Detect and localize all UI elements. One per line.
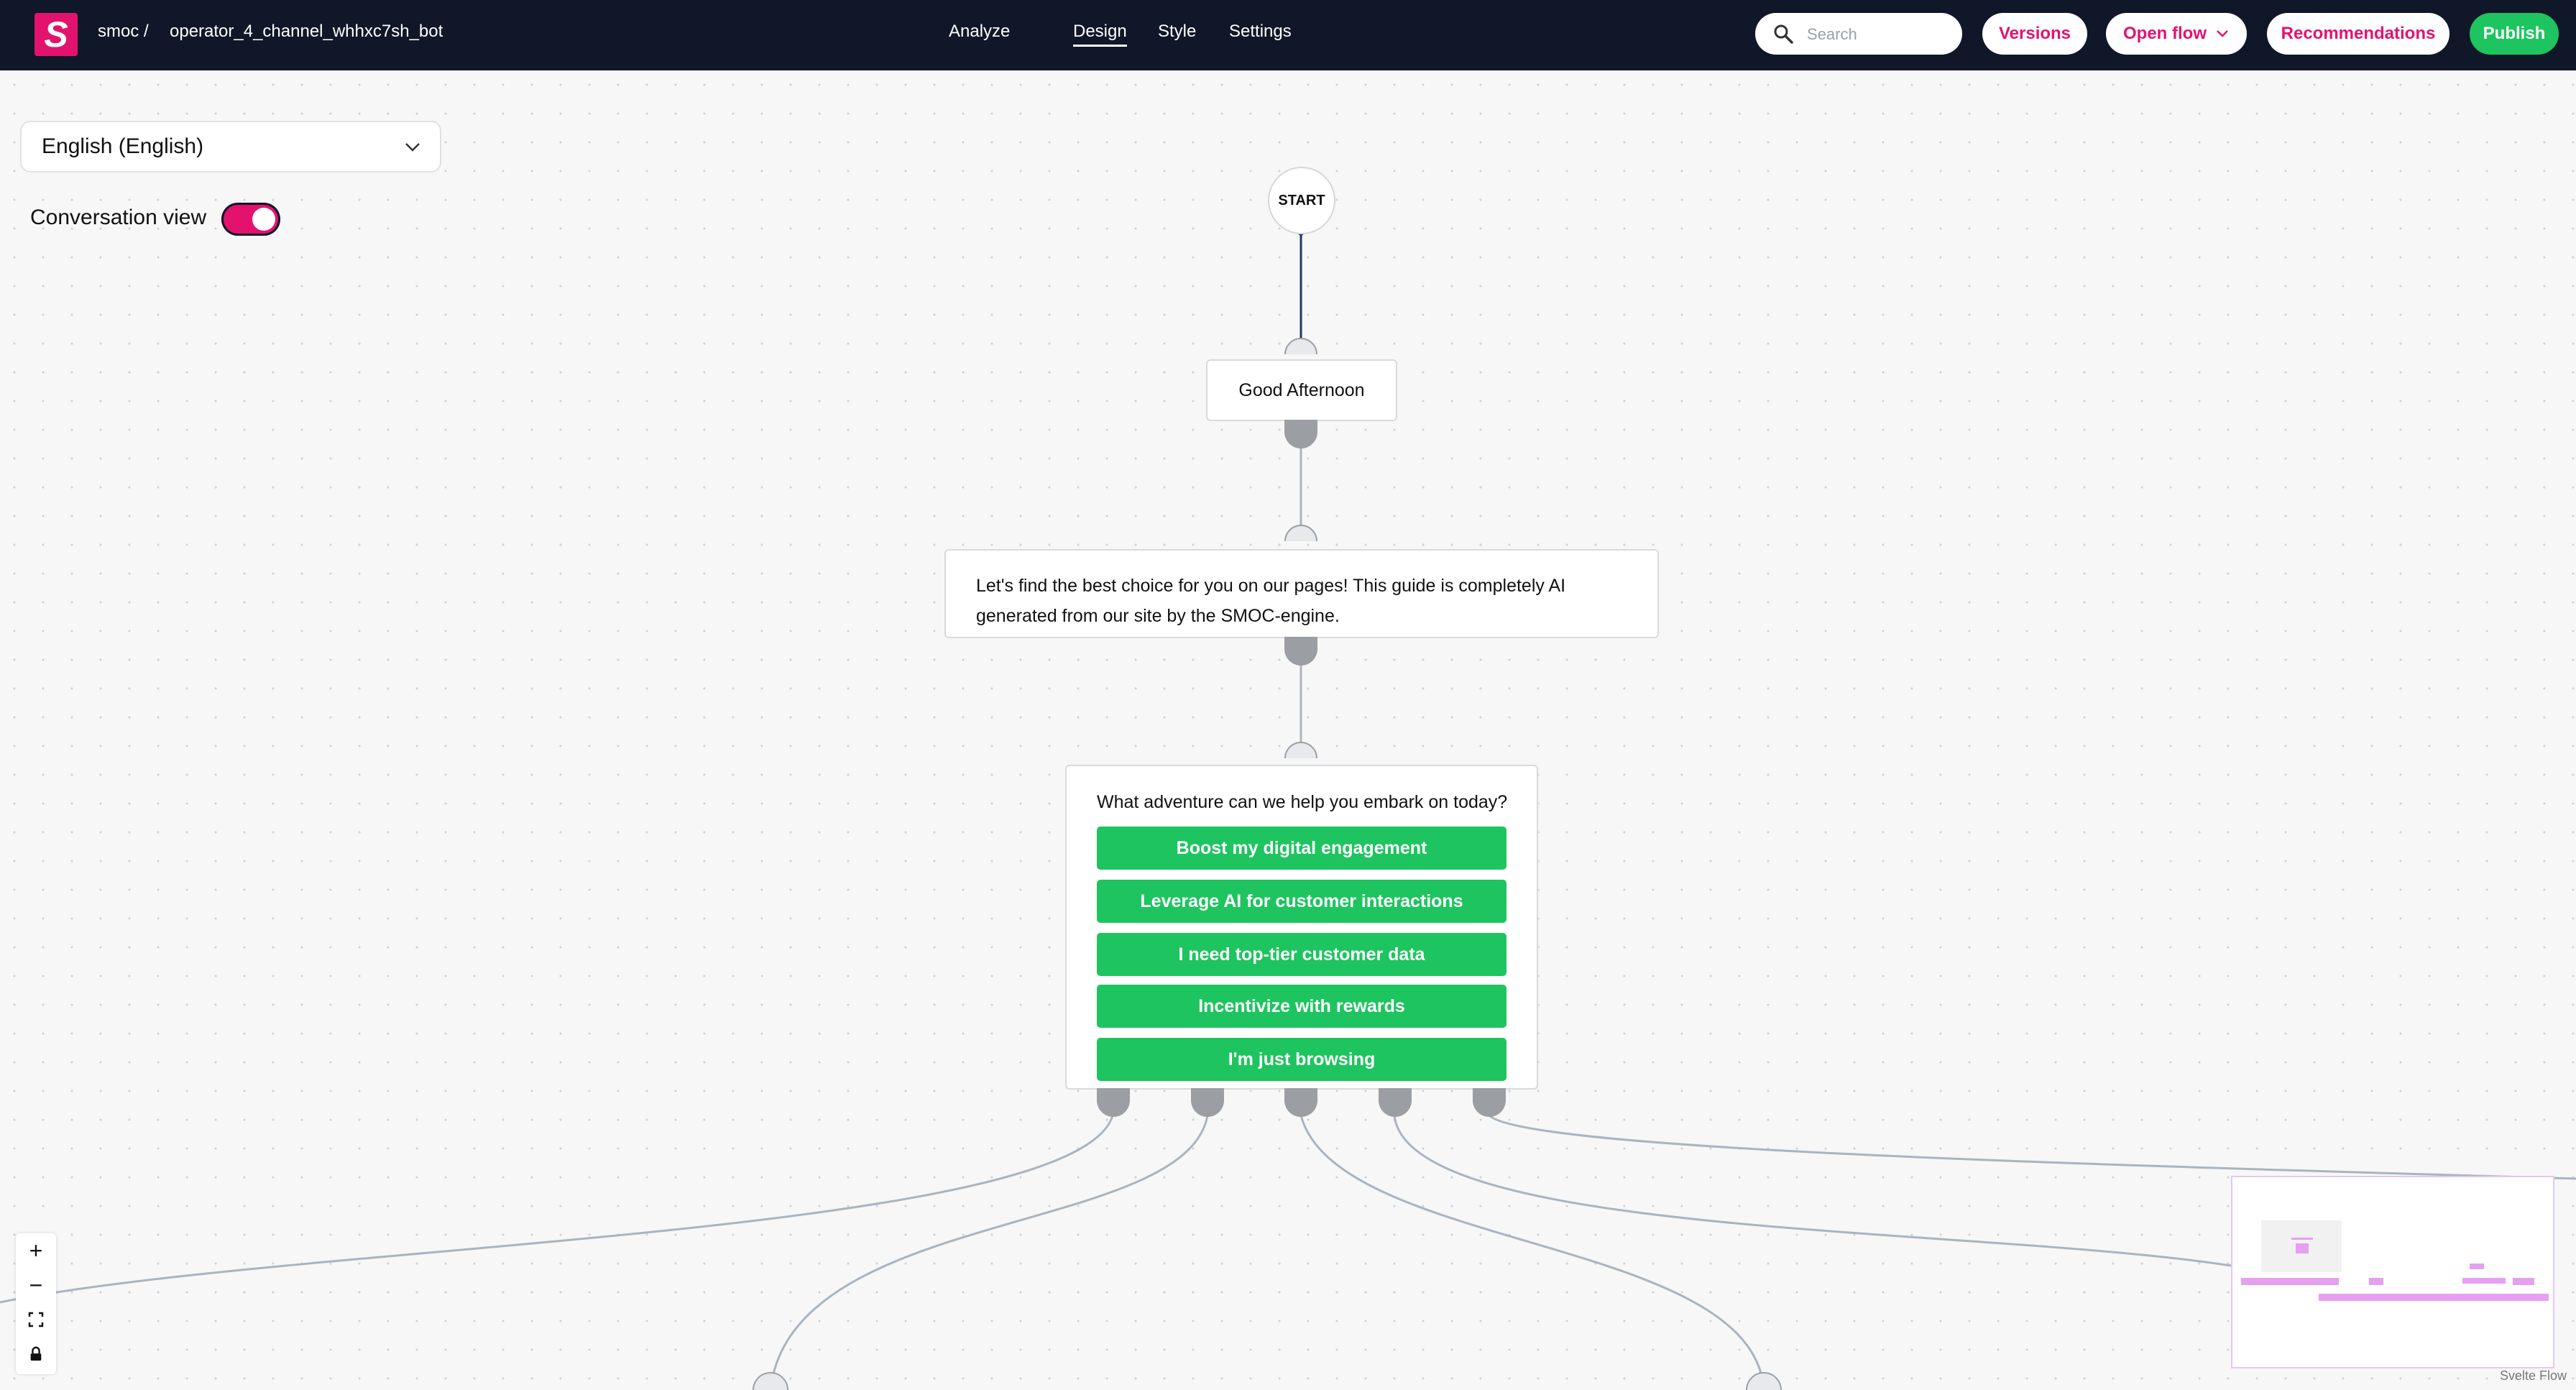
greeting-node[interactable]: Good Afternoon bbox=[1206, 359, 1397, 421]
minimap-attribution[interactable]: Svelte Flow bbox=[2500, 1368, 2567, 1384]
minimap-node bbox=[2470, 1264, 2484, 1269]
lock-icon bbox=[30, 1346, 42, 1361]
start-node[interactable]: START bbox=[1268, 167, 1335, 234]
lock-button[interactable] bbox=[16, 1337, 56, 1371]
versions-label: Versions bbox=[1998, 24, 2071, 43]
open-flow-button[interactable]: Open flow bbox=[2106, 13, 2247, 55]
choice-button[interactable]: I'm just browsing bbox=[1097, 1038, 1506, 1081]
minimap-node bbox=[2296, 1243, 2309, 1253]
flow-canvas[interactable] bbox=[0, 70, 2576, 1390]
publish-button[interactable]: Publish bbox=[2470, 13, 2559, 55]
nav-settings[interactable]: Settings bbox=[1229, 22, 1292, 42]
search-box[interactable] bbox=[1755, 13, 1962, 55]
nav-design[interactable]: Design bbox=[1073, 22, 1127, 47]
question-text: What adventure can we help you embark on… bbox=[1097, 792, 1508, 812]
conversation-view-label: Conversation view bbox=[30, 206, 207, 229]
choice-button[interactable]: I need top-tier customer data bbox=[1097, 933, 1506, 976]
nav-analyze[interactable]: Analyze bbox=[949, 22, 1010, 42]
chevron-down-icon bbox=[2217, 30, 2228, 37]
choice-button[interactable]: Boost my digital engagement bbox=[1097, 827, 1506, 870]
nav-style[interactable]: Style bbox=[1158, 22, 1196, 42]
fit-view-icon bbox=[28, 1312, 44, 1327]
chevron-down-icon bbox=[405, 143, 420, 152]
search-input[interactable] bbox=[1806, 23, 1952, 46]
greeting-text: Good Afternoon bbox=[1238, 379, 1365, 400]
zoom-in-button[interactable]: + bbox=[16, 1233, 56, 1268]
fit-view-button[interactable] bbox=[16, 1302, 56, 1337]
conversation-view-toggle[interactable] bbox=[221, 203, 280, 236]
minimap-node bbox=[2462, 1278, 2506, 1284]
minimap-node bbox=[2513, 1278, 2534, 1285]
breadcrumb-org[interactable]: smoc / bbox=[98, 22, 149, 42]
minimap-node bbox=[2291, 1238, 2313, 1240]
intro-message-text: Let's find the best choice for you on ou… bbox=[976, 576, 1566, 626]
intro-message-node[interactable]: Let's find the best choice for you on ou… bbox=[944, 549, 1659, 638]
versions-button[interactable]: Versions bbox=[1982, 13, 2087, 55]
language-select[interactable]: English (English) bbox=[20, 121, 441, 172]
top-bar: S smoc / operator_4_channel_whhxc7sh_bot… bbox=[0, 0, 2576, 70]
question-node[interactable]: What adventure can we help you embark on… bbox=[1065, 765, 1538, 1090]
toggle-knob bbox=[252, 208, 275, 231]
minimap[interactable] bbox=[2231, 1176, 2554, 1368]
zoom-out-button[interactable]: − bbox=[16, 1268, 56, 1302]
open-flow-label: Open flow bbox=[2123, 24, 2207, 43]
search-icon bbox=[1774, 24, 1793, 44]
publish-label: Publish bbox=[2483, 24, 2546, 43]
minimap-node bbox=[2462, 1294, 2549, 1301]
canvas-controls: + − bbox=[16, 1233, 56, 1374]
app-logo[interactable]: S bbox=[34, 13, 78, 56]
breadcrumb-bot-name[interactable]: operator_4_channel_whhxc7sh_bot bbox=[170, 22, 443, 42]
choice-button[interactable]: Incentivize with rewards bbox=[1097, 985, 1506, 1028]
language-select-value: English (English) bbox=[42, 134, 204, 158]
minimap-node bbox=[2369, 1278, 2383, 1285]
recommendations-button[interactable]: Recommendations bbox=[2267, 13, 2450, 55]
choice-button[interactable]: Leverage AI for customer interactions bbox=[1097, 880, 1506, 923]
recommendations-label: Recommendations bbox=[2281, 24, 2436, 43]
minimap-node bbox=[2241, 1278, 2339, 1285]
